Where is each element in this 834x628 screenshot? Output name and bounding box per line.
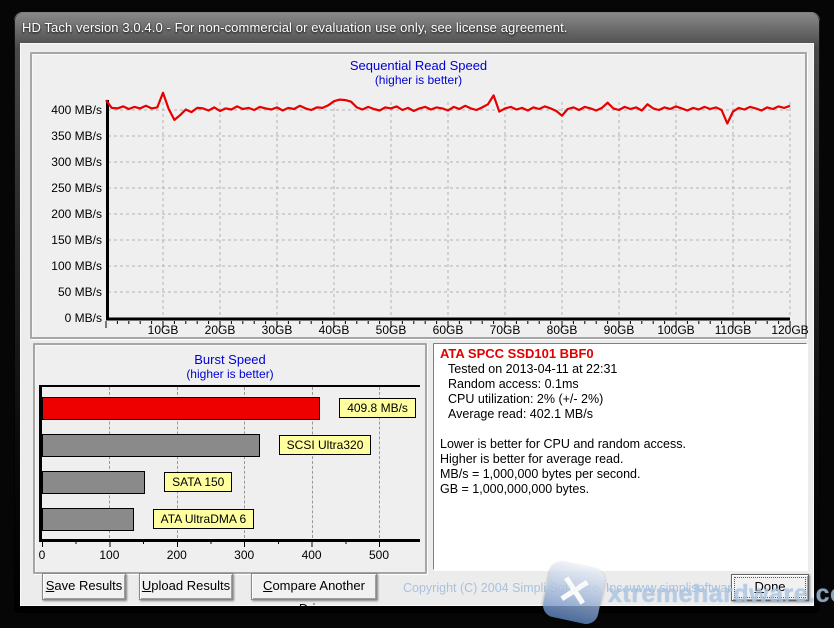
read-x-tick-label: 110GB	[703, 323, 763, 337]
window-title: HD Tach version 3.0.4.0 - For non-commer…	[22, 20, 568, 35]
read-x-tick-label: 80GB	[532, 323, 592, 337]
copyright-text: Copyright (C) 2004 Simpli Software, Inc.…	[403, 581, 766, 595]
read-x-tick-label: 120GB	[760, 323, 820, 337]
info-note-line: Lower is better for CPU and random acces…	[440, 437, 686, 451]
read-y-tick-label: 300 MB/s	[30, 155, 102, 169]
burst-chart-title: Burst Speed	[35, 352, 425, 367]
read-y-tick-label: 50 MB/s	[30, 285, 102, 299]
drive-stat-line: CPU utilization: 2% (+/- 2%)	[448, 392, 603, 406]
burst-x-tick-label: 400	[292, 548, 332, 562]
save-results-button[interactable]: Save Results	[42, 573, 126, 600]
sequential-read-plot	[106, 88, 790, 334]
read-chart-subtitle: (higher is better)	[32, 73, 805, 87]
burst-bar-label: SCSI Ultra320	[279, 435, 372, 455]
burst-bar	[42, 397, 320, 420]
read-x-tick-label: 50GB	[361, 323, 421, 337]
burst-bar-label: SATA 150	[164, 472, 232, 492]
upload-results-button[interactable]: Upload Results	[139, 573, 233, 600]
burst-x-tick-label: 300	[224, 548, 264, 562]
read-x-tick-label: 20GB	[190, 323, 250, 337]
info-note-line: GB = 1,000,000,000 bytes.	[440, 482, 589, 496]
drive-stat-line: Random access: 0.1ms	[448, 377, 579, 391]
read-x-tick-label: 40GB	[304, 323, 364, 337]
burst-major-ticks	[42, 540, 381, 547]
read-y-tick-label: 400 MB/s	[30, 103, 102, 117]
read-y-tick-label: 200 MB/s	[30, 207, 102, 221]
info-note-line: MB/s = 1,000,000 bytes per second.	[440, 467, 640, 481]
burst-x-tick-label: 100	[89, 548, 129, 562]
read-x-tick-label: 70GB	[475, 323, 535, 337]
drive-stat-line: Average read: 402.1 MB/s	[448, 407, 593, 421]
burst-bar-label: 409.8 MB/s	[339, 398, 416, 418]
drive-name: ATA SPCC SSD101 BBF0	[440, 346, 594, 361]
burst-x-tick-label: 0	[22, 548, 62, 562]
read-x-tick-label: 10GB	[133, 323, 193, 337]
read-y-tick-label: 250 MB/s	[30, 181, 102, 195]
burst-bar	[42, 508, 134, 531]
window-titlebar[interactable]: HD Tach version 3.0.4.0 - For non-commer…	[22, 20, 802, 42]
read-y-tick-label: 350 MB/s	[30, 129, 102, 143]
read-x-tick-label: 90GB	[589, 323, 649, 337]
info-note-line: Higher is better for average read.	[440, 452, 623, 466]
read-x-tick-label: 30GB	[247, 323, 307, 337]
burst-x-tick-label: 500	[359, 548, 399, 562]
drive-stat-line: Tested on 2013-04-11 at 22:31	[448, 362, 617, 376]
done-button[interactable]: Done	[731, 574, 809, 601]
read-x-tick-label: 100GB	[646, 323, 706, 337]
read-chart-title: Sequential Read Speed	[32, 58, 805, 73]
read-y-tick-label: 0 MB/s	[30, 311, 102, 325]
read-y-tick-label: 150 MB/s	[30, 233, 102, 247]
read-x-tick-label: 60GB	[418, 323, 478, 337]
burst-bar	[42, 471, 145, 494]
burst-bar	[42, 434, 260, 457]
burst-x-tick-label: 200	[157, 548, 197, 562]
burst-chart-subtitle: (higher is better)	[35, 367, 425, 381]
compare-another-drive-button[interactable]: Compare Another Drive	[251, 573, 377, 600]
burst-bar-label: ATA UltraDMA 6	[153, 509, 255, 529]
hdtach-window-screenshot: HD Tach version 3.0.4.0 - For non-commer…	[0, 0, 834, 628]
read-y-tick-label: 100 MB/s	[30, 259, 102, 273]
